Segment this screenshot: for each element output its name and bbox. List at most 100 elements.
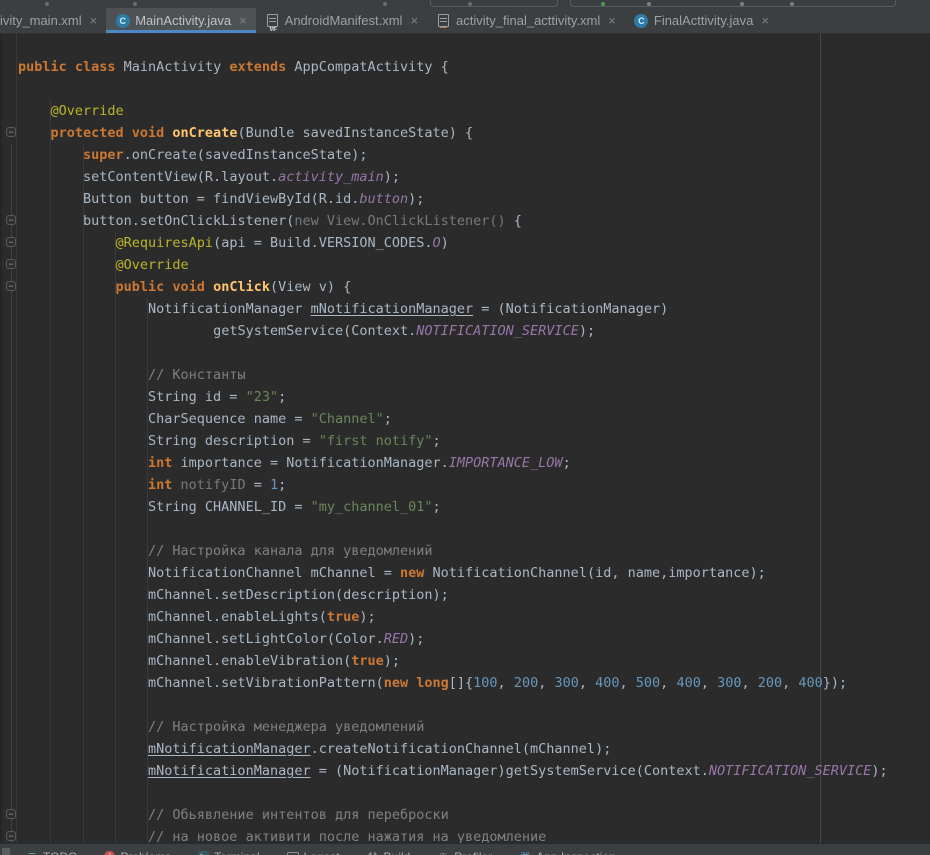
tab-label: AndroidManifest.xml — [285, 13, 403, 28]
code-line: mChannel.setLightColor(Color.RED); — [18, 628, 930, 650]
code-line: mChannel.enableLights(true); — [18, 606, 930, 628]
tab-label: ivity_main.xml — [0, 13, 82, 28]
device-selector-box[interactable] — [570, 0, 896, 7]
tab-label: FinalActtivity.java — [654, 13, 753, 28]
code-line: mChannel.enableVibration(true); — [18, 650, 930, 672]
fold-marker-icon[interactable]: − — [6, 809, 16, 819]
toolwindow-terminal[interactable]: >_ Terminal — [198, 850, 259, 855]
code-line: mNotificationManager.createNotificationC… — [18, 738, 930, 760]
fold-marker-icon[interactable]: − — [6, 237, 16, 247]
editor-left-edge — [0, 34, 2, 843]
code-line: // Настройка канала для уведомлений — [18, 540, 930, 562]
layout-file-icon — [436, 13, 451, 28]
code-line: String description = "first notify"; — [18, 430, 930, 452]
manifest-file-icon: MF — [265, 13, 280, 28]
toolbar-dot — [133, 2, 137, 6]
tab-activity-final-acttivity-xml[interactable]: activity_final_acttivity.xml × — [427, 8, 625, 33]
problems-icon: ! — [104, 851, 115, 855]
code-line: getSystemService(Context.NOTIFICATION_SE… — [18, 320, 930, 342]
toolwindow-build[interactable]: ⚒ Build — [367, 850, 411, 855]
toolwindow-profiler[interactable]: ◷ Profiler — [437, 850, 492, 855]
code-line: int importance = NotificationManager.IMP… — [18, 452, 930, 474]
code-line: // Обьявление интентов для переброски — [18, 804, 930, 826]
toolwindow-problems[interactable]: ! Problems — [104, 850, 171, 855]
toolbar-dot — [647, 2, 651, 6]
fold-marker-icon[interactable]: − — [6, 215, 16, 225]
fold-marker-icon[interactable]: − — [6, 259, 16, 269]
editor-tabs: ivity_main.xml × C MainActivity.java × MF Andr… — [0, 8, 930, 34]
tool-window-bar: ≣ TODO! Problems >_ Terminal Logcat ⚒ Build ◷ Pro… — [0, 843, 930, 855]
toolbar-dot — [740, 2, 744, 6]
fold-marker-icon[interactable]: − — [6, 127, 16, 137]
code-line: // Настройка менеджера уведомлений — [18, 716, 930, 738]
close-tab-icon[interactable]: × — [608, 13, 616, 28]
code-line: // на новое активити после нажатия на ув… — [18, 826, 930, 843]
profiler-icon: ◷ — [437, 851, 449, 855]
code-line: Button button = findViewById(R.id.button… — [18, 188, 930, 210]
app-inspection-icon: ▣ — [519, 851, 531, 855]
toolwindow-todo[interactable]: ≣ TODO — [26, 850, 77, 855]
close-tab-icon[interactable]: × — [761, 13, 769, 28]
java-class-icon: C — [115, 13, 130, 28]
tab-ivity-main-xml[interactable]: ivity_main.xml × — [0, 8, 106, 33]
code-line: @Override — [18, 254, 930, 276]
close-tab-icon[interactable]: × — [90, 13, 98, 28]
tab-mainactivity-java[interactable]: C MainActivity.java × — [106, 8, 255, 33]
code-line — [18, 518, 930, 540]
tab-androidmanifest-xml[interactable]: MF AndroidManifest.xml × — [256, 8, 427, 33]
tab-label: activity_final_acttivity.xml — [456, 13, 600, 28]
code-line: setContentView(R.layout.activity_main); — [18, 166, 930, 188]
code-text: public class MainActivity extends AppCom… — [18, 56, 930, 843]
fold-scope-line — [11, 144, 12, 843]
code-line: int notifyID = 1; — [18, 474, 930, 496]
java-class-icon: C — [634, 13, 649, 28]
todo-icon: ≣ — [26, 851, 38, 855]
code-line: public void onClick(View v) { — [18, 276, 930, 298]
fold-marker-icon[interactable]: − — [6, 281, 16, 291]
code-line — [18, 694, 930, 716]
code-line: @Override — [18, 100, 930, 122]
close-tab-icon[interactable]: × — [239, 13, 247, 28]
code-line — [18, 782, 930, 804]
code-line: button.setOnClickListener(new View.OnCli… — [18, 210, 930, 232]
code-line: NotificationChannel mChannel = new Notif… — [18, 562, 930, 584]
code-line: super.onCreate(savedInstanceState); — [18, 144, 930, 166]
window-stripe-icon[interactable] — [2, 848, 10, 855]
toolwindow-label: TODO — [43, 850, 77, 855]
code-line: @RequiresApi(api = Build.VERSION_CODES.O… — [18, 232, 930, 254]
code-line: mChannel.setVibrationPattern(new long[]{… — [18, 672, 930, 694]
run-button-green-dot[interactable] — [601, 2, 605, 6]
toolwindow-label: Terminal — [214, 850, 259, 855]
run-config-box[interactable] — [430, 0, 558, 7]
toolbar-dot — [790, 2, 794, 6]
code-editor[interactable]: public class MainActivity extends AppCom… — [0, 34, 930, 843]
toolwindow-label: Logcat — [304, 850, 340, 855]
toolwindow-label: Problems — [120, 850, 171, 855]
toolbar-dot — [383, 2, 387, 6]
code-line: NotificationManager mNotificationManager… — [18, 298, 930, 320]
code-line: String id = "23"; — [18, 386, 930, 408]
main-toolbar — [0, 0, 930, 8]
code-line: // Константы — [18, 364, 930, 386]
terminal-icon: >_ — [198, 851, 209, 855]
build-icon: ⚒ — [367, 851, 379, 855]
toolwindow-label: Build — [384, 850, 411, 855]
toolwindow-label: Profiler — [454, 850, 492, 855]
close-tab-icon[interactable]: × — [410, 13, 418, 28]
toolwindow-label: App Inspection — [536, 850, 615, 855]
code-line: mNotificationManager = (NotificationMana… — [18, 760, 930, 782]
code-line: String CHANNEL_ID = "my_channel_01"; — [18, 496, 930, 518]
code-line — [18, 78, 930, 100]
code-line: CharSequence name = "Channel"; — [18, 408, 930, 430]
toolbar-dot — [45, 2, 49, 6]
toolwindow-app-inspection[interactable]: ▣ App Inspection — [519, 850, 615, 855]
logcat-icon — [287, 852, 299, 855]
ide-window: ivity_main.xml × C MainActivity.java × MF Andr… — [0, 0, 930, 855]
gutter-separator — [16, 34, 17, 843]
code-line: protected void onCreate(Bundle savedInst… — [18, 122, 930, 144]
tab-label: MainActivity.java — [135, 13, 231, 28]
tab-finalacttivity-java[interactable]: C FinalActtivity.java × — [625, 8, 778, 33]
fold-marker-icon[interactable]: − — [6, 831, 16, 841]
toolwindow-logcat[interactable]: Logcat — [287, 850, 340, 855]
code-line: public class MainActivity extends AppCom… — [18, 56, 930, 78]
